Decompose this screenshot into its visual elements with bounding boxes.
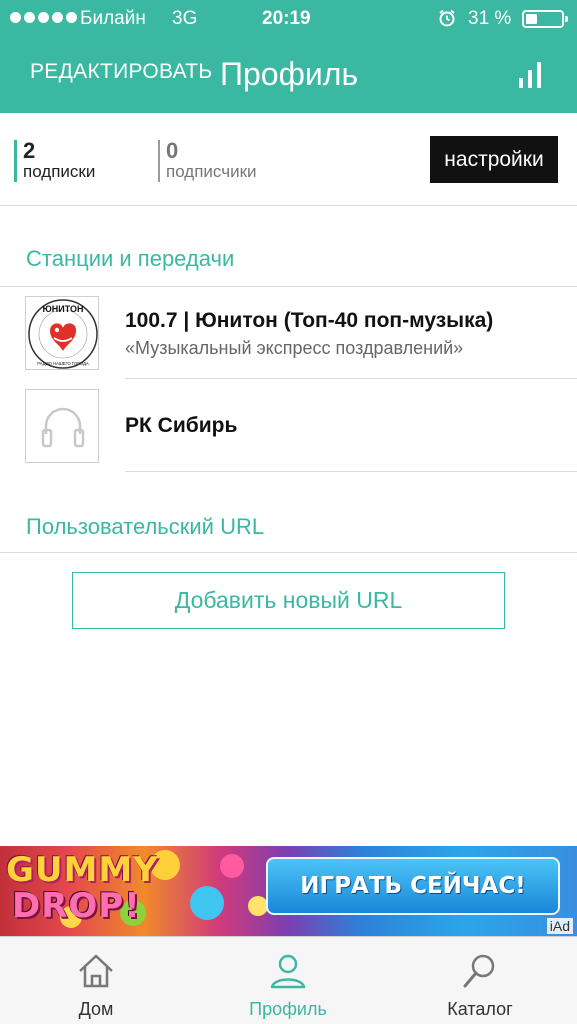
app-header: Билайн 3G 20:19 31 % РЕДАКТИРОВАТЬ Профи… xyxy=(0,0,577,113)
headphones-icon xyxy=(25,389,99,463)
tab-catalog-label: Каталог xyxy=(447,999,513,1019)
profile-icon xyxy=(270,954,306,989)
custom-url-section-title: Пользовательский URL xyxy=(26,514,265,539)
battery-icon xyxy=(522,10,568,28)
status-time: 20:19 xyxy=(262,8,311,29)
home-icon xyxy=(79,954,113,988)
tab-profile-label: Профиль xyxy=(249,999,327,1019)
network-type: 3G xyxy=(172,8,198,29)
signal-dots-icon xyxy=(10,12,77,23)
subscriptions-count: 2 xyxy=(23,138,36,163)
ad-banner[interactable]: GUMMY DROP! ИГРАТЬ СЕЙЧАС! iAd xyxy=(0,846,577,936)
subscriptions-stat[interactable]: 2 подписки xyxy=(14,140,95,182)
station-title: РК Сибирь xyxy=(125,414,238,437)
uniton-logo: ЮНИТОН РАДИО НАШЕГО ГОРОДА xyxy=(25,296,99,370)
play-now-button[interactable]: ИГРАТЬ СЕЙЧАС! xyxy=(266,857,560,915)
gummy-drop-logo: GUMMY DROP! xyxy=(6,850,159,926)
iad-badge: iAd xyxy=(546,918,573,934)
tab-home-label: Дом xyxy=(78,999,114,1019)
station-title: 100.7 | Юнитон (Топ-40 поп-музыка) xyxy=(125,309,494,332)
divider xyxy=(0,552,577,553)
divider xyxy=(125,471,577,472)
search-icon xyxy=(463,954,495,988)
alarm-icon xyxy=(439,9,455,27)
battery-percent: 31 % xyxy=(468,8,512,29)
status-bar: Билайн 3G 20:19 31 % xyxy=(0,0,577,38)
tab-home[interactable]: Дом xyxy=(26,937,166,1024)
station-item-rk-sibir[interactable]: РК Сибирь xyxy=(0,379,577,471)
carrier-name: Билайн xyxy=(80,8,146,29)
settings-button[interactable]: настройки xyxy=(430,136,558,183)
subscriptions-label: подписки xyxy=(23,162,96,181)
station-subtitle: «Музыкальный экспресс поздравлений» xyxy=(125,338,464,358)
tab-profile[interactable]: Профиль xyxy=(218,937,358,1024)
stations-section-title: Станции и передачи xyxy=(26,246,235,271)
page-title: Профиль xyxy=(220,56,359,92)
equalizer-icon[interactable] xyxy=(517,62,545,88)
tab-catalog[interactable]: Каталог xyxy=(410,937,550,1024)
followers-label: подписчики xyxy=(166,162,257,181)
followers-count: 0 xyxy=(166,138,179,163)
station-item-uniton[interactable]: ЮНИТОН РАДИО НАШЕГО ГОРОДА 100.7 | Юнито… xyxy=(0,287,577,379)
uniton-logo-ring-text: РАДИО НАШЕГО ГОРОДА xyxy=(37,361,89,366)
followers-stat[interactable]: 0 подписчики xyxy=(158,140,257,182)
uniton-logo-text: ЮНИТОН xyxy=(42,304,83,314)
edit-button[interactable]: РЕДАКТИРОВАТЬ xyxy=(30,60,212,84)
tab-bar: Дом Профиль Каталог xyxy=(0,936,577,1024)
add-url-button[interactable]: Добавить новый URL xyxy=(72,572,505,629)
